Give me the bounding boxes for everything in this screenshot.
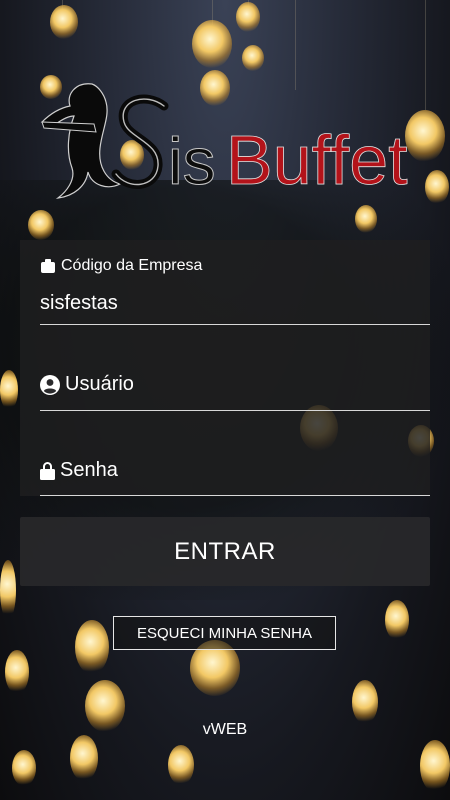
- password-underline: [40, 495, 430, 496]
- bulb-light: [425, 170, 449, 204]
- bulb-light: [242, 45, 264, 71]
- username-label-row: Usuário: [40, 373, 134, 396]
- bulb-light: [75, 620, 109, 674]
- password-field[interactable]: Senha: [20, 412, 430, 498]
- bulb-light: [352, 680, 378, 724]
- forgot-password-button[interactable]: ESQUECI MINHA SENHA: [113, 616, 336, 650]
- company-code-field[interactable]: Código da Empresa sisfestas: [20, 240, 430, 326]
- bulb-light: [5, 650, 29, 694]
- login-form: Código da Empresa sisfestas Usuário Senh…: [20, 240, 430, 496]
- lock-icon: [40, 461, 55, 480]
- username-field[interactable]: Usuário: [20, 326, 430, 412]
- sisbuffet-logo: is Buffet: [36, 76, 416, 212]
- version-label: vWEB: [202, 721, 248, 738]
- password-label-row: Senha: [40, 459, 118, 482]
- bulb-light: [28, 210, 54, 240]
- bulb-light: [70, 735, 98, 781]
- logo-graphic: is Buffet: [40, 83, 408, 199]
- logo-text-buffet: Buffet: [226, 121, 408, 199]
- company-code-label-row: Código da Empresa: [40, 257, 202, 275]
- username-underline: [40, 410, 430, 411]
- enter-button[interactable]: ENTRAR: [20, 517, 430, 586]
- company-code-underline: [40, 324, 430, 325]
- username-label: Usuário: [65, 373, 134, 395]
- bulb-light: [0, 370, 18, 410]
- bulb-light: [168, 745, 194, 785]
- company-code-label: Código da Empresa: [61, 257, 203, 274]
- bulb-light: [50, 5, 78, 39]
- bulb-light: [0, 560, 16, 620]
- bulb-light: [236, 2, 260, 32]
- password-label: Senha: [60, 459, 118, 481]
- bulb-light: [420, 740, 450, 792]
- bulb-light: [12, 750, 36, 786]
- company-code-input[interactable]: sisfestas: [40, 292, 118, 315]
- briefcase-icon: [40, 259, 56, 273]
- svg-text:is: is: [168, 124, 216, 198]
- bulb-light: [192, 20, 232, 68]
- user-circle-icon: [40, 374, 60, 395]
- bulb-light: [385, 600, 409, 640]
